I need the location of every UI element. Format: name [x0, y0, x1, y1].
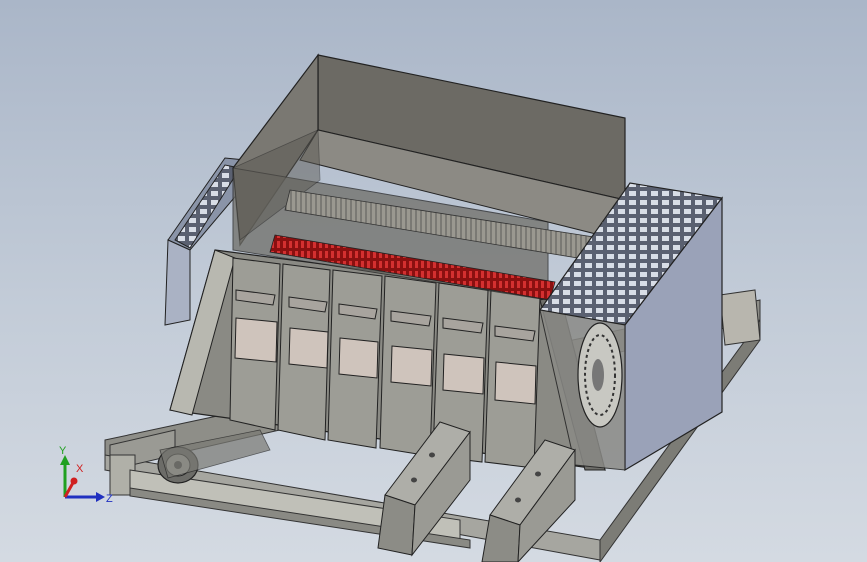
cad-model[interactable]	[0, 0, 867, 562]
x-axis-label: X	[76, 463, 84, 475]
y-axis-label: Y	[59, 445, 67, 457]
z-axis-label: Z	[106, 493, 113, 505]
drive-gear	[577, 322, 623, 428]
coordinate-triad: Y X Z	[50, 445, 120, 515]
x-axis-arrowhead	[70, 477, 78, 485]
z-axis-arrowhead	[96, 492, 105, 502]
3d-viewport[interactable]: Y X Z	[0, 0, 867, 562]
